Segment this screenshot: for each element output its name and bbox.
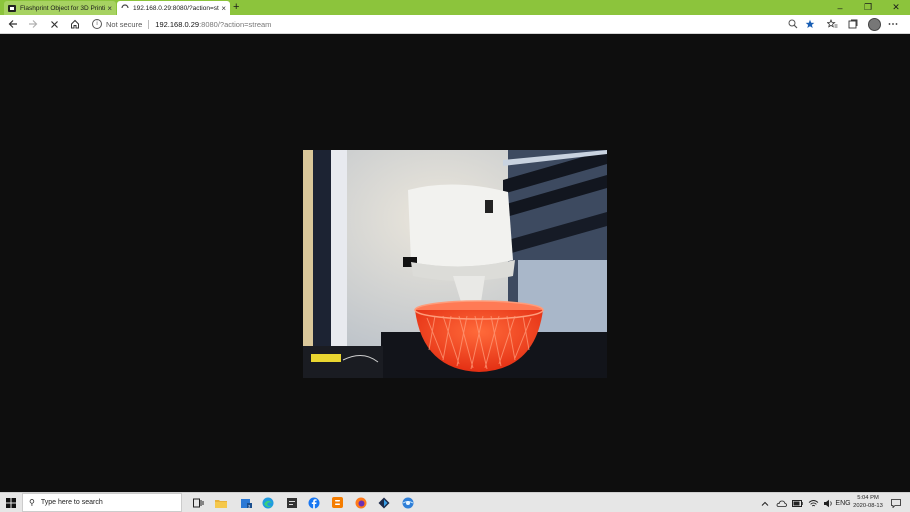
- firefox-button[interactable]: [353, 495, 369, 510]
- volume-button[interactable]: [822, 496, 834, 510]
- windows-logo-icon: [6, 498, 16, 508]
- more-dots-icon: [888, 23, 898, 25]
- url-path: :8080/?action=stream: [199, 19, 272, 29]
- tab-stream[interactable]: 192.168.0.29:8080/?action=stream ×: [117, 1, 230, 15]
- loading-icon: [121, 4, 129, 9]
- onedrive-button[interactable]: [775, 496, 787, 510]
- task-view-icon: [192, 498, 203, 507]
- tab-close-icon[interactable]: ×: [221, 4, 226, 13]
- tab-title: Flashprint Object for 3D Printing: [20, 4, 106, 12]
- flashprint-button[interactable]: [376, 495, 392, 510]
- cloud-icon: [776, 500, 787, 507]
- clock-date: 2020-08-13: [853, 503, 883, 509]
- profile-button[interactable]: [867, 17, 881, 31]
- more-menu-button[interactable]: [886, 17, 900, 31]
- app-button[interactable]: [284, 495, 300, 510]
- store-button[interactable]: 3: [238, 495, 254, 510]
- app-globe-button[interactable]: [400, 495, 416, 510]
- tab-title: 192.168.0.29:8080/?action=stream: [133, 4, 219, 12]
- clock[interactable]: 5:04 PM 2020-08-13: [848, 494, 888, 510]
- store-bag-icon: 3: [241, 499, 252, 508]
- facebook-button[interactable]: [306, 495, 322, 510]
- flashprint-icon: [378, 497, 390, 508]
- address-bar: i Not secure 192.168.0.29:8080/?action=s…: [0, 15, 910, 34]
- home-button[interactable]: [67, 17, 83, 31]
- speaker-icon: [823, 499, 832, 507]
- globe-app-icon: [402, 497, 414, 508]
- edge-icon: [262, 497, 274, 508]
- search-icon: ⚲: [29, 498, 35, 507]
- tab-flashprint[interactable]: Flashprint Object for 3D Printing ×: [4, 1, 116, 15]
- notifications-button[interactable]: [889, 496, 903, 510]
- taskbar: ⚲ Type here to search 3 ENG 5:04 PM 2020…: [0, 492, 910, 512]
- close-window-button[interactable]: ✕: [882, 0, 910, 15]
- magnifier-icon: [788, 19, 798, 29]
- notification-icon: [891, 498, 901, 508]
- forward-button[interactable]: [25, 17, 41, 31]
- search-placeholder: Type here to search: [40, 499, 103, 506]
- forward-arrow-icon: [29, 20, 38, 28]
- collections-button[interactable]: [846, 17, 860, 31]
- maximize-button[interactable]: ❐: [854, 0, 882, 15]
- tab-close-icon[interactable]: ×: [107, 4, 112, 13]
- wifi-icon: [808, 499, 818, 506]
- favorites-star-list-icon: [826, 19, 837, 28]
- security-label: Not secure: [106, 19, 143, 29]
- url-host: 192.168.0.29: [155, 19, 200, 29]
- back-button[interactable]: [5, 17, 21, 31]
- avatar: [867, 17, 881, 31]
- file-explorer-button[interactable]: [213, 495, 229, 510]
- url-field[interactable]: i Not secure 192.168.0.29:8080/?action=s…: [92, 16, 816, 32]
- chevron-up-icon: [761, 501, 769, 506]
- battery-button[interactable]: [791, 496, 803, 510]
- blogger-button[interactable]: [329, 495, 345, 510]
- task-view-button[interactable]: [190, 495, 206, 510]
- tab-strip: Flashprint Object for 3D Printing × 192.…: [0, 0, 910, 15]
- folder-icon: [215, 499, 227, 508]
- camera-stream-image: [303, 150, 607, 378]
- network-button[interactable]: [807, 496, 819, 510]
- zoom-button[interactable]: [786, 17, 800, 31]
- stop-x-icon: [50, 20, 58, 28]
- favorite-button[interactable]: [803, 17, 817, 31]
- clock-time: 5:04 PM: [857, 495, 879, 501]
- taskbar-search-box[interactable]: ⚲ Type here to search: [22, 493, 182, 512]
- info-icon[interactable]: i: [92, 19, 102, 29]
- minimize-button[interactable]: –: [826, 0, 854, 15]
- blogger-icon: [331, 497, 343, 508]
- show-hidden-icons-button[interactable]: [760, 496, 770, 510]
- edge-button[interactable]: [260, 495, 276, 510]
- new-tab-button[interactable]: +: [233, 1, 239, 14]
- printer-camera-picture: [303, 150, 607, 378]
- collections-icon: [848, 19, 858, 29]
- home-icon: [71, 19, 79, 29]
- back-arrow-icon: [8, 20, 17, 28]
- app-window-icon: [287, 497, 297, 508]
- stop-button[interactable]: [46, 17, 62, 31]
- favorites-button[interactable]: [825, 17, 839, 31]
- firefox-icon: [355, 497, 367, 508]
- start-button[interactable]: [4, 496, 18, 510]
- favicon-icon: [8, 4, 16, 12]
- url-divider: [148, 19, 150, 29]
- facebook-icon: [308, 497, 320, 508]
- battery-icon: [791, 499, 803, 507]
- star-icon: [805, 19, 815, 28]
